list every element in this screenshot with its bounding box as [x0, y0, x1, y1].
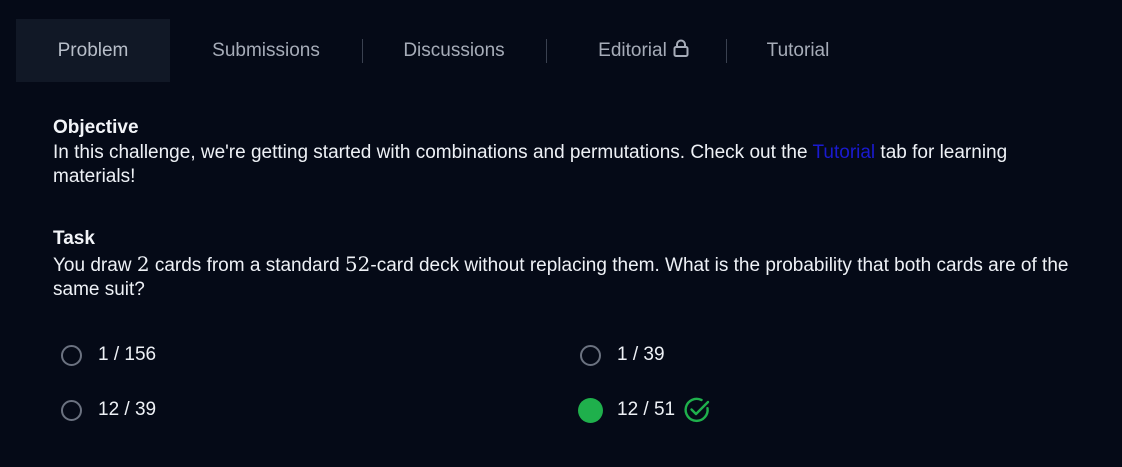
math-number-2: 2	[136, 252, 150, 276]
check-circle-icon	[683, 396, 711, 424]
option-12-39[interactable]: 12 / 39	[61, 395, 156, 425]
lock-icon	[673, 39, 689, 63]
tutorial-link[interactable]: Tutorial	[813, 142, 876, 163]
option-label: 1 / 156	[98, 344, 157, 365]
radio-button[interactable]	[61, 344, 82, 366]
radio-button[interactable]	[61, 399, 82, 421]
task-text-1: You draw	[53, 255, 137, 276]
objective-heading: Objective	[53, 117, 139, 138]
answer-options: 1 / 156 1 / 39 12 / 39 12 / 51	[61, 340, 1061, 430]
tab-submissions[interactable]: Submissions	[186, 19, 346, 82]
tab-tutorial[interactable]: Tutorial	[738, 19, 858, 82]
radio-button-selected[interactable]	[578, 397, 603, 423]
tab-divider	[546, 39, 547, 63]
tab-discussions[interactable]: Discussions	[376, 19, 532, 82]
tab-divider	[362, 39, 363, 63]
radio-button[interactable]	[580, 344, 601, 366]
task-text-2: cards from a standard	[149, 255, 345, 276]
option-label: 12 / 51	[617, 399, 676, 420]
math-number-52: 52	[344, 252, 371, 276]
objective-text: In this challenge, we're getting started…	[53, 141, 1093, 189]
task-heading: Task	[53, 228, 95, 249]
tab-submissions-label: Submissions	[212, 39, 320, 61]
tab-tutorial-label: Tutorial	[766, 39, 830, 61]
objective-text-start: In this challenge, we're getting started…	[53, 142, 813, 163]
option-12-51[interactable]: 12 / 51	[578, 395, 711, 425]
option-label: 1 / 39	[617, 344, 665, 365]
tab-problem[interactable]: Problem	[16, 19, 170, 82]
tab-problem-label: Problem	[57, 39, 129, 61]
tab-editorial-label: Editorial	[598, 39, 667, 61]
problem-statement: Objective In this challenge, we're getti…	[53, 117, 1093, 302]
option-label: 12 / 39	[98, 399, 157, 420]
tab-divider	[726, 39, 727, 63]
tab-discussions-label: Discussions	[403, 39, 505, 61]
option-1-156[interactable]: 1 / 156	[61, 340, 156, 370]
tab-editorial[interactable]: Editorial	[561, 19, 726, 82]
task-text: You draw 2 cards from a standard 52-card…	[53, 252, 1093, 302]
option-1-39[interactable]: 1 / 39	[580, 340, 665, 370]
